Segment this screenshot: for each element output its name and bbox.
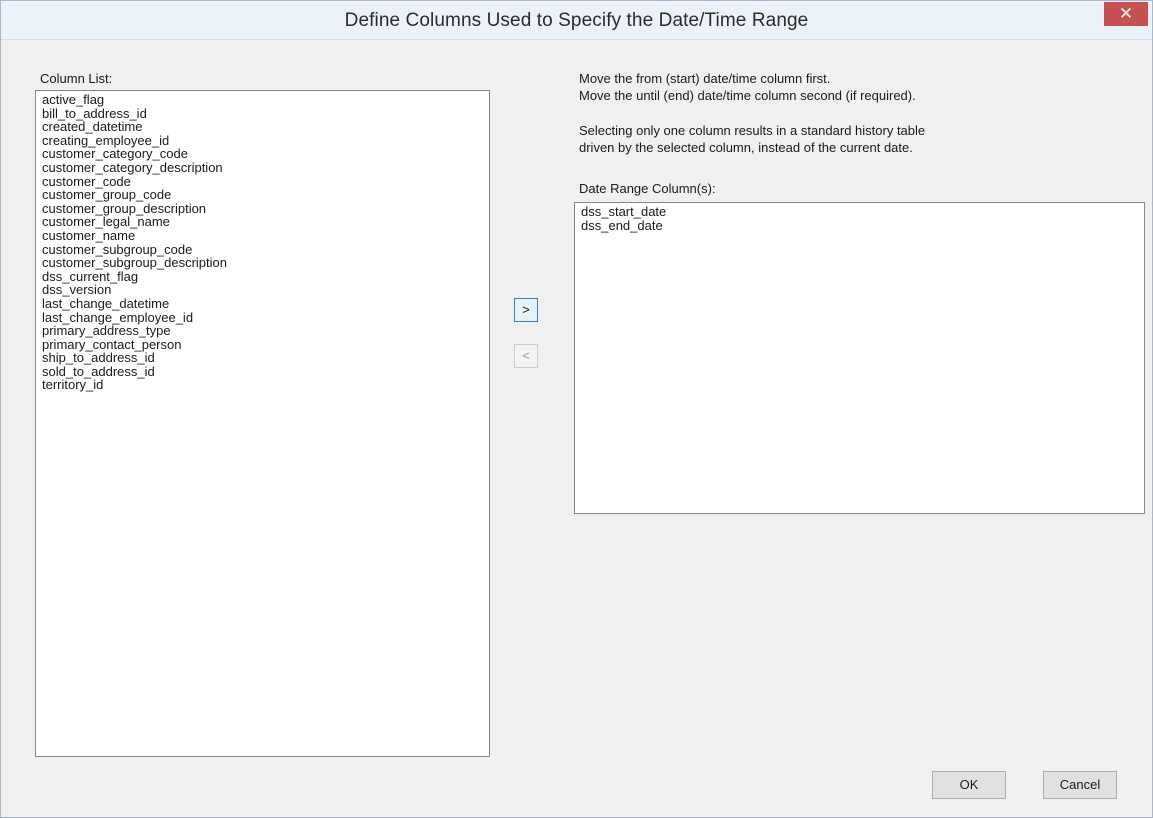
- column-list-item[interactable]: customer_name: [42, 229, 489, 243]
- date-range-item[interactable]: dss_start_date: [581, 205, 1144, 219]
- close-icon: ✕: [1118, 4, 1134, 23]
- column-list-item[interactable]: customer_category_description: [42, 161, 489, 175]
- instruction-line-3: Selecting only one column results in a s…: [579, 123, 926, 138]
- column-list-item[interactable]: active_flag: [42, 93, 489, 107]
- column-list-box[interactable]: active_flag bill_to_address_id created_dat…: [35, 90, 490, 757]
- move-right-button[interactable]: >: [514, 298, 538, 322]
- column-list-item[interactable]: last_change_datetime: [42, 297, 489, 311]
- column-list-item[interactable]: primary_address_type: [42, 324, 489, 338]
- column-list-item[interactable]: dss_current_flag: [42, 270, 489, 284]
- column-list-item[interactable]: primary_contact_person: [42, 338, 489, 352]
- cancel-button[interactable]: Cancel: [1043, 771, 1117, 799]
- column-list-item[interactable]: ship_to_address_id: [42, 351, 489, 365]
- date-range-item[interactable]: dss_end_date: [581, 218, 1144, 233]
- column-list-item[interactable]: customer_subgroup_description: [42, 256, 489, 270]
- ok-button[interactable]: OK: [932, 771, 1006, 799]
- dialog-window: Define Columns Used to Specify the Date/…: [0, 0, 1153, 818]
- close-button[interactable]: ✕: [1104, 2, 1148, 26]
- column-list-item[interactable]: territory_id: [42, 378, 489, 392]
- column-list-label: Column List:: [40, 71, 113, 86]
- column-list-item[interactable]: customer_subgroup_code: [42, 242, 489, 257]
- instruction-line-4: driven by the selected column, instead o…: [579, 140, 913, 155]
- column-list-item[interactable]: customer_code: [42, 174, 489, 189]
- column-list-item[interactable]: creating_employee_id: [42, 134, 489, 148]
- move-left-button[interactable]: <: [514, 344, 538, 368]
- column-list-item[interactable]: last_change_employee_id: [42, 310, 489, 325]
- column-list-item[interactable]: sold_to_address_id: [42, 365, 489, 379]
- instruction-line-1: Move the from (start) date/time column f…: [579, 71, 831, 86]
- column-list-item[interactable]: created_datetime: [42, 120, 489, 134]
- dialog-title: Define Columns Used to Specify the Date/…: [344, 10, 809, 31]
- date-range-label: Date Range Column(s):: [579, 181, 716, 196]
- column-list-item[interactable]: customer_category_code: [42, 147, 489, 161]
- column-list-item[interactable]: customer_group_code: [42, 188, 489, 202]
- column-list-item[interactable]: dss_version: [42, 283, 489, 297]
- column-list-item[interactable]: bill_to_address_id: [42, 106, 489, 121]
- date-range-list-box[interactable]: dss_start_date dss_end_date: [574, 202, 1145, 514]
- instruction-line-2: Move the until (end) date/time column se…: [579, 88, 916, 103]
- title-bar[interactable]: Define Columns Used to Specify the Date/…: [1, 1, 1152, 40]
- column-list-item[interactable]: customer_legal_name: [42, 215, 489, 229]
- column-list-item[interactable]: customer_group_description: [42, 202, 489, 216]
